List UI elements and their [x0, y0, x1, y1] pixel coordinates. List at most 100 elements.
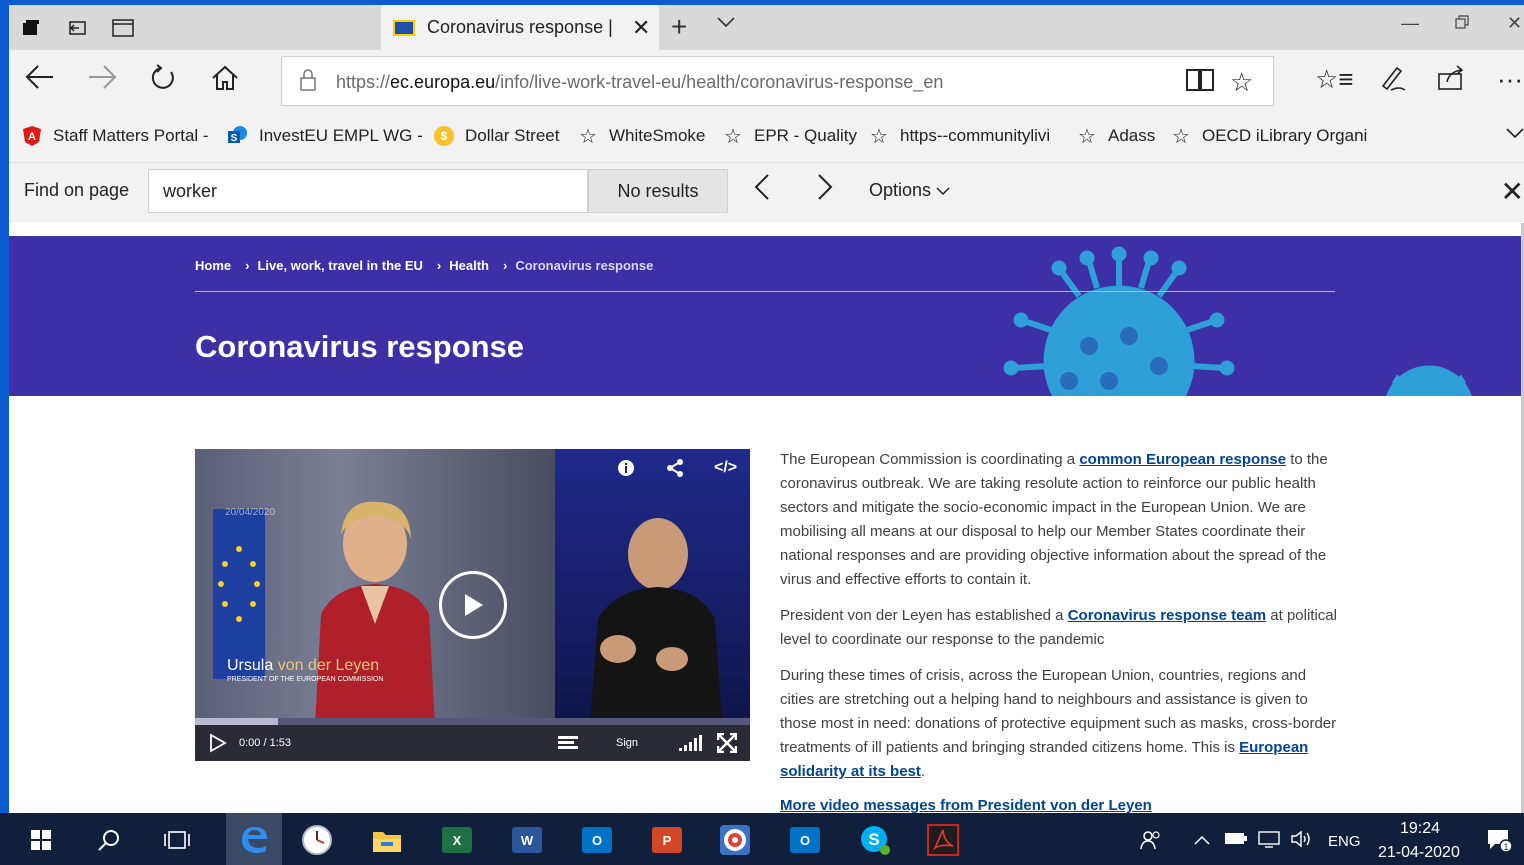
target-icon[interactable] — [716, 821, 754, 859]
clock-icon[interactable] — [298, 821, 336, 859]
transcript-icon[interactable] — [557, 734, 579, 757]
powerpoint-icon[interactable]: P — [648, 821, 686, 859]
find-previous-icon[interactable] — [754, 173, 770, 209]
close-window-icon[interactable]: ✕ — [1507, 13, 1522, 34]
find-results-count: No results — [588, 169, 728, 213]
volume-icon[interactable] — [1290, 830, 1314, 853]
article-paragraph: The European Commission is coordinating … — [780, 451, 1328, 588]
more-video-messages-link[interactable]: More video messages from President von d… — [780, 794, 1340, 813]
favorites-bar: A Staff Matters Portal - S InvestEU EMPL… — [9, 112, 1524, 162]
coronavirus-response-team-link[interactable]: Coronavirus response team — [1068, 607, 1266, 624]
favorite-oecd-ilibrary[interactable]: ☆ OECD iLibrary Organi — [1170, 125, 1367, 148]
play-icon[interactable] — [209, 733, 227, 758]
hero-banner: Home › Live, work, travel in the EU › Health… — [9, 236, 1521, 396]
find-options-button[interactable]: Options — [869, 180, 950, 201]
favorite-whitesmoke[interactable]: ☆ WhiteSmoke — [577, 125, 705, 148]
tab-coronavirus-response[interactable]: Coronavirus response | ✕ — [381, 5, 659, 50]
find-next-icon[interactable] — [817, 173, 833, 209]
share-icon[interactable] — [1437, 64, 1465, 99]
task-view-icon[interactable] — [158, 821, 196, 859]
favorites-list-icon[interactable]: ☆≡ — [1315, 64, 1353, 95]
volume-icon[interactable] — [678, 734, 702, 757]
favorite-staff-matters[interactable]: A Staff Matters Portal - — [21, 125, 209, 147]
edge-icon[interactable] — [226, 813, 282, 865]
share-icon[interactable] — [666, 459, 684, 482]
eu-flag-icon — [393, 19, 415, 36]
favorite-star-icon[interactable]: ☆ — [1230, 67, 1253, 98]
more-options-icon[interactable]: ··· — [1497, 64, 1523, 95]
favorite-adass[interactable]: ☆ Adass — [1076, 125, 1156, 148]
outlook-icon[interactable]: O — [578, 821, 616, 859]
article-paragraph: During these times of crisis, across the… — [780, 667, 1337, 780]
svg-text:1: 1 — [1503, 842, 1508, 852]
file-explorer-icon[interactable] — [368, 821, 406, 859]
breadcrumb-health[interactable]: Health — [449, 258, 489, 273]
info-icon[interactable] — [617, 459, 635, 482]
chevron-down-icon[interactable] — [717, 11, 735, 34]
battery-icon[interactable] — [1224, 830, 1248, 851]
notification-icon[interactable]: 1 — [1486, 827, 1513, 858]
address-bar[interactable]: https://ec.europa.eu/info/live-work-trav… — [281, 56, 1274, 106]
reading-view-icon[interactable] — [1185, 67, 1215, 100]
video-frame-sign-language — [555, 449, 750, 725]
clock-date[interactable]: 21-04-2020 — [1378, 844, 1460, 862]
close-find-icon[interactable]: ✕ — [1501, 175, 1524, 208]
page-title: Coronavirus response — [195, 329, 525, 364]
excel-icon[interactable]: X — [438, 821, 476, 859]
lock-icon[interactable] — [300, 69, 316, 91]
back-arrow-icon[interactable] — [25, 64, 55, 97]
network-icon[interactable] — [1258, 830, 1280, 853]
clock-time[interactable]: 19:24 — [1400, 820, 1440, 838]
word-icon[interactable]: W — [508, 821, 546, 859]
people-icon[interactable] — [1140, 830, 1162, 855]
new-tab-icon[interactable]: + — [671, 11, 687, 43]
chevron-down-icon[interactable] — [1506, 122, 1524, 145]
sign-language-toggle[interactable]: Sign — [616, 737, 638, 749]
favorite-epr-quality[interactable]: ☆ EPR - Quality — [722, 125, 857, 148]
find-input[interactable] — [148, 169, 588, 213]
favorite-investeu[interactable]: S InvestEU EMPL WG - — [227, 125, 423, 147]
skype-icon[interactable]: S — [856, 821, 894, 859]
find-label: Find on page — [24, 180, 130, 200]
restore-icon[interactable] — [1455, 13, 1469, 34]
close-tab-icon[interactable]: ✕ — [632, 15, 650, 41]
breadcrumb-live-work-travel[interactable]: Live, work, travel in the EU — [257, 258, 422, 273]
input-language[interactable]: ENG — [1328, 833, 1361, 850]
breadcrumb-current: Coronavirus response — [515, 258, 654, 273]
windows-taskbar: X W O P O S ENG 19:24 21-04-2020 1 — [0, 813, 1524, 865]
article-body: The European Commission is coordinating … — [780, 448, 1340, 813]
fullscreen-icon[interactable] — [716, 732, 738, 758]
favorite-label: Adass — [1108, 126, 1156, 145]
video-buffer-fill — [195, 718, 279, 725]
common-european-response-link[interactable]: common European response — [1079, 451, 1286, 468]
speaker-role: PRESIDENT OF THE EUROPEAN COMMISSION — [227, 676, 384, 683]
virus-illustration — [1003, 246, 1472, 396]
refresh-icon[interactable] — [149, 64, 177, 99]
forward-arrow-icon[interactable] — [87, 64, 117, 97]
embed-code-icon[interactable]: </> — [714, 459, 737, 477]
navigation-bar: https://ec.europa.eu/info/live-work-trav… — [9, 50, 1524, 112]
speaker-name: Ursula von der Leyen — [227, 657, 380, 674]
breadcrumb-home[interactable]: Home — [195, 258, 231, 273]
sign-interpreter-image — [590, 518, 722, 725]
favorite-label: InvestEU EMPL WG - — [259, 126, 423, 145]
start-icon[interactable] — [22, 821, 60, 859]
favorite-communitylivi[interactable]: ☆ https--communitylivi — [868, 125, 1050, 148]
video-player[interactable]: 20/04/2020 Ursula von der Leyen PRESIDEN… — [195, 449, 750, 761]
home-icon[interactable] — [211, 64, 239, 99]
pen-icon[interactable] — [1379, 64, 1407, 99]
video-progress-bar[interactable] — [195, 718, 750, 725]
tab-preview-icon[interactable] — [109, 14, 137, 42]
set-tabs-aside-icon[interactable] — [63, 14, 91, 42]
favorite-dollar-street[interactable]: $ Dollar Street — [433, 125, 559, 147]
play-icon[interactable] — [439, 571, 507, 639]
chevron-up-icon[interactable] — [1194, 830, 1210, 850]
star-icon: ☆ — [870, 125, 888, 148]
acrobat-icon[interactable] — [924, 821, 962, 859]
outlook-icon[interactable]: O — [786, 821, 824, 859]
breadcrumb: Home › Live, work, travel in the EU › Health… — [195, 258, 659, 273]
svg-text:S: S — [231, 133, 238, 144]
tab-actions-icon[interactable] — [17, 14, 45, 42]
search-icon[interactable] — [90, 821, 128, 859]
minimize-icon[interactable]: — — [1401, 13, 1419, 34]
